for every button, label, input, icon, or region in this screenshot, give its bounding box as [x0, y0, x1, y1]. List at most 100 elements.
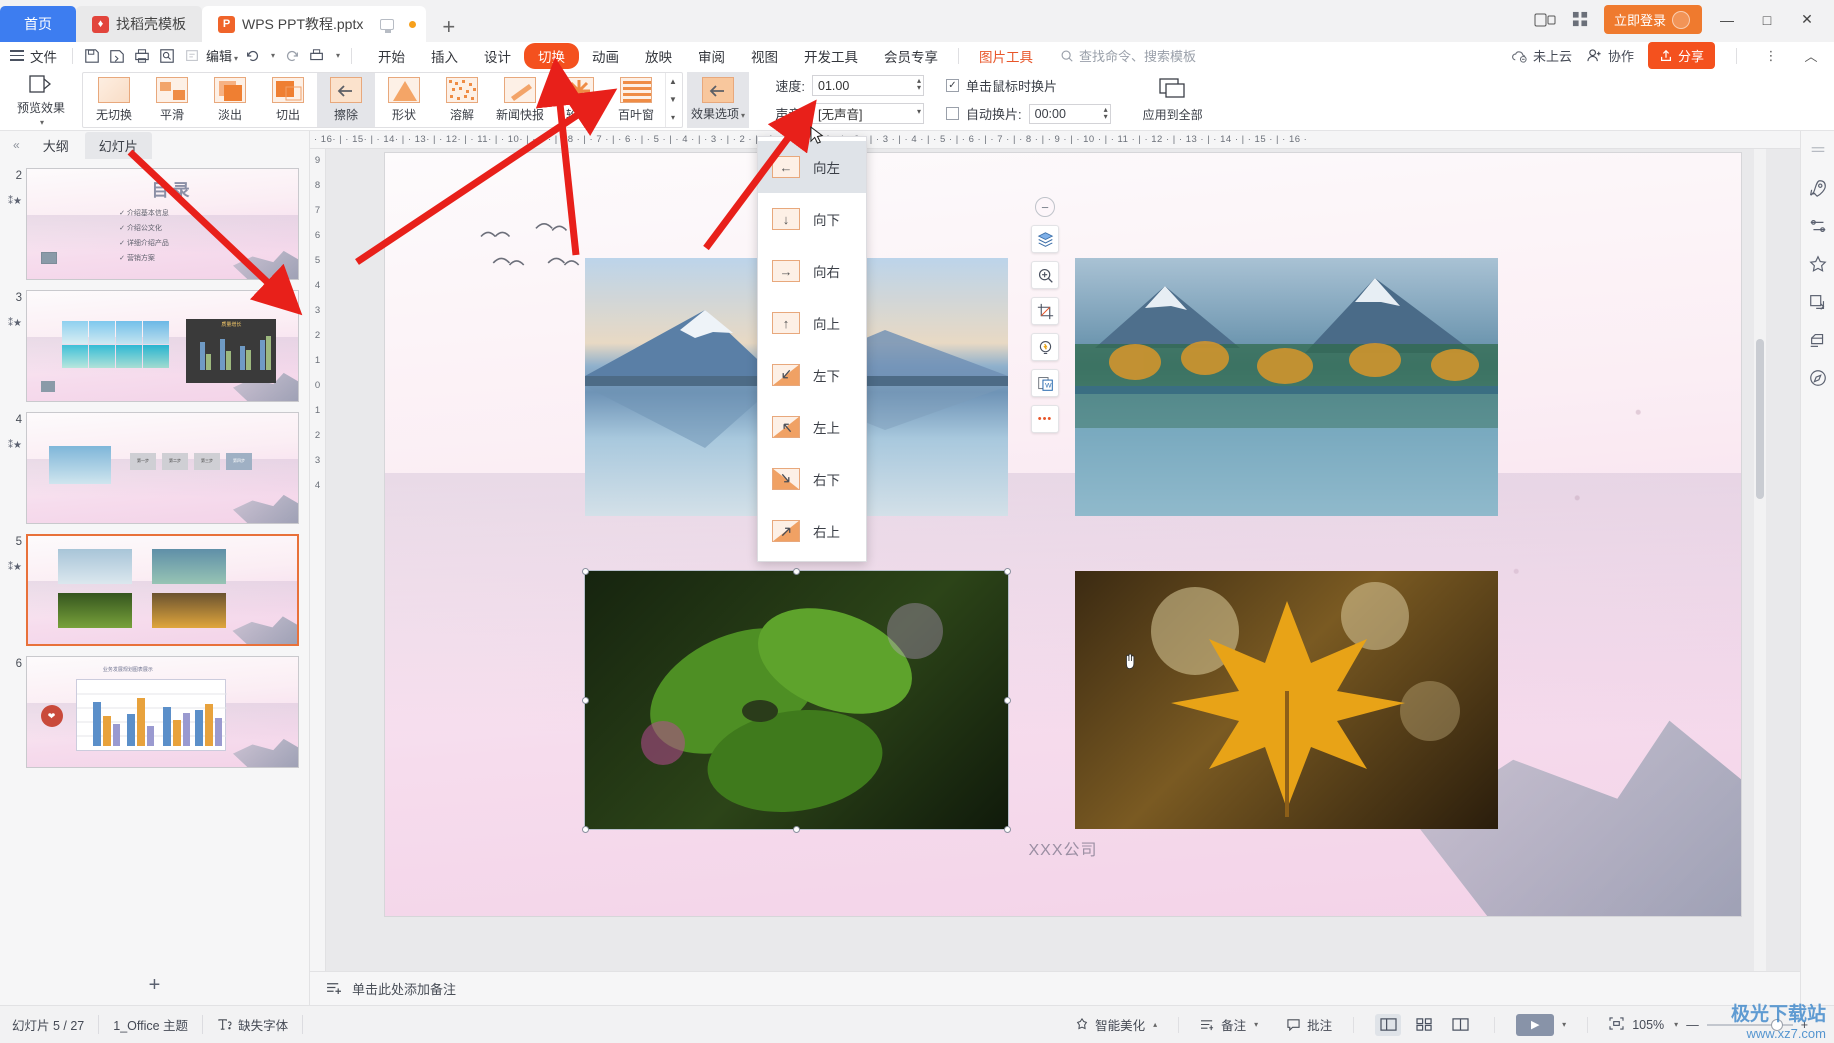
slide-thumbnail[interactable]: 业务发展规划图表展示 ❤: [26, 656, 299, 768]
redo-icon[interactable]: [280, 45, 303, 67]
transition-blinds[interactable]: 百叶窗: [607, 73, 665, 127]
gallery-scroll-up[interactable]: ▲: [666, 73, 680, 90]
menu-item-down-right[interactable]: 右下: [758, 453, 866, 505]
transition-morph[interactable]: 平滑: [143, 73, 201, 127]
tab-view[interactable]: 视图: [738, 43, 791, 69]
transition-star-icon[interactable]: ⁑★: [8, 318, 22, 329]
theme-name[interactable]: 1_Office 主题: [99, 1015, 204, 1034]
slide-list[interactable]: 2 ⁑★ 目录 ✓ 介绍基本信息 ✓ 介绍公文化 ✓ 详细介绍产品 ✓ 营销方案 …: [0, 159, 309, 965]
lightbulb-icon[interactable]: [1031, 333, 1059, 361]
tab-slideshow[interactable]: 放映: [632, 43, 685, 69]
tab-review[interactable]: 审阅: [685, 43, 738, 69]
resize-handle-se[interactable]: [1004, 826, 1011, 833]
cloud-status-button[interactable]: 未上云: [1511, 46, 1572, 65]
export-word-icon[interactable]: W: [1031, 369, 1059, 397]
star-icon[interactable]: [1807, 253, 1829, 275]
tab-picture-tools[interactable]: 图片工具: [966, 43, 1046, 69]
preview-effect-button[interactable]: 预览效果 ▾: [4, 69, 78, 130]
transition-star-icon[interactable]: ⁑★: [8, 440, 22, 451]
sliders-icon[interactable]: [1807, 215, 1829, 237]
image-green-leaves[interactable]: [584, 570, 1009, 830]
new-tab-button[interactable]: +: [426, 16, 471, 42]
rocket-icon[interactable]: [1807, 177, 1829, 199]
image-autumn-forest[interactable]: [1075, 258, 1498, 516]
resize-handle-w[interactable]: [582, 697, 589, 704]
dual-screen-icon[interactable]: [1532, 9, 1558, 31]
click-advance-checkbox[interactable]: ✓ 单击鼠标时换片: [946, 76, 1111, 95]
notes-button[interactable]: 备注 ▾: [1186, 1015, 1272, 1034]
comment-button[interactable]: 批注: [1272, 1015, 1346, 1034]
tab-docer-template[interactable]: ♦ 找稻壳模板: [76, 6, 202, 42]
edit-menu-button[interactable]: 编辑 ▾: [203, 46, 241, 65]
panel-tab-slides[interactable]: 幻灯片: [84, 131, 152, 159]
tab-developer[interactable]: 开发工具: [791, 43, 871, 69]
undo-dropdown-icon[interactable]: ▾: [266, 45, 278, 67]
transition-newsflash[interactable]: 新闻快报: [491, 73, 549, 127]
reading-view-button[interactable]: [1447, 1014, 1473, 1036]
file-menu-button[interactable]: 文件: [6, 46, 65, 66]
vertical-ruler[interactable]: 9 8 7 6 5 4 3 2 1 0 1 2 3 4: [310, 149, 326, 1005]
slide-thumbnail[interactable]: 目录 ✓ 介绍基本信息 ✓ 介绍公文化 ✓ 详细介绍产品 ✓ 营销方案: [26, 168, 299, 280]
transition-none[interactable]: 无切换: [85, 73, 143, 127]
list-item[interactable]: 4 ⁑★ 第一步 第二步 第三步 第四步: [0, 407, 309, 529]
collaborate-button[interactable]: 协作: [1586, 46, 1634, 65]
window-maximize-button[interactable]: □: [1752, 8, 1782, 32]
effect-options-button[interactable]: 效果选项 ▾: [687, 71, 749, 128]
slide-stage[interactable]: XXX公司 − W •••: [326, 149, 1800, 1005]
resize-handle-ne[interactable]: [1004, 568, 1011, 575]
transition-shape[interactable]: 形状: [375, 73, 433, 127]
gallery-expand[interactable]: ▾: [666, 109, 680, 126]
smart-beautify-button[interactable]: 智能美化 ▴: [1075, 1015, 1171, 1034]
transition-wheel[interactable]: 轮辐: [549, 73, 607, 127]
save-as-icon[interactable]: [105, 45, 128, 67]
save-icon[interactable]: [80, 45, 103, 67]
play-dropdown-icon[interactable]: ▾: [1562, 1020, 1566, 1029]
menu-item-right[interactable]: → 向右: [758, 245, 866, 297]
present-monitor-icon[interactable]: [380, 18, 395, 33]
zoom-in-icon[interactable]: [1031, 261, 1059, 289]
effect-options-dropdown[interactable]: ← 向左 ↓ 向下 → 向右 ↑ 向上 左下 左上 右下 右上: [757, 136, 867, 562]
collapse-minus-icon[interactable]: −: [1035, 197, 1055, 217]
speed-input[interactable]: 01.00 ▴ ▾: [812, 75, 924, 96]
transition-wipe[interactable]: 擦除: [317, 72, 375, 127]
list-item[interactable]: 2 ⁑★ 目录 ✓ 介绍基本信息 ✓ 介绍公文化 ✓ 详细介绍产品 ✓ 营销方案: [0, 163, 309, 285]
resize-handle-sw[interactable]: [582, 826, 589, 833]
transition-cut[interactable]: 切出: [259, 73, 317, 127]
search-input[interactable]: 查找命令、搜索模板: [1060, 46, 1196, 65]
sound-select[interactable]: [无声音] ▾: [812, 103, 924, 124]
transition-dissolve[interactable]: 溶解: [433, 73, 491, 127]
horizontal-ruler[interactable]: · 16· | · 15· | · 14· | · 13· | · 12· | …: [310, 131, 1800, 149]
resize-handle-nw[interactable]: [582, 568, 589, 575]
sound-dropdown-icon[interactable]: ▾: [917, 108, 921, 116]
menu-item-up[interactable]: ↑ 向上: [758, 297, 866, 349]
resize-handle-n[interactable]: [793, 568, 800, 575]
vertical-scrollbar[interactable]: [1754, 149, 1766, 1005]
gallery-scroll-down[interactable]: ▼: [666, 91, 680, 108]
speed-stepper[interactable]: ▴ ▾: [917, 77, 921, 92]
slide-thumbnail-current[interactable]: [26, 534, 299, 646]
font-warning[interactable]: 缺失字体: [203, 1015, 304, 1034]
scrollbar-thumb[interactable]: [1756, 339, 1764, 499]
slide-canvas[interactable]: XXX公司 − W •••: [385, 153, 1741, 916]
resize-handle-s[interactable]: [793, 826, 800, 833]
share-button[interactable]: 分享: [1647, 42, 1715, 69]
zoom-out-button[interactable]: —: [1686, 1018, 1699, 1032]
chevron-up-icon[interactable]: ︿: [1798, 45, 1824, 67]
list-item[interactable]: 3 ⁑★ 质量增长: [0, 285, 309, 407]
slide-thumbnail[interactable]: 质量增长: [26, 290, 299, 402]
window-close-button[interactable]: ✕: [1792, 8, 1822, 32]
format-painter-icon[interactable]: [180, 45, 203, 67]
slide-thumbnail[interactable]: 第一步 第二步 第三步 第四步: [26, 412, 299, 524]
list-item[interactable]: 6 业务发展规划图表展示 ❤: [0, 651, 309, 773]
menu-item-up-left[interactable]: 左上: [758, 401, 866, 453]
sorter-view-button[interactable]: [1411, 1014, 1437, 1036]
list-item[interactable]: 5 ⁑★: [0, 529, 309, 651]
normal-view-button[interactable]: [1375, 1013, 1402, 1036]
ribbon-more-icon[interactable]: ⋮: [1758, 45, 1784, 67]
print-preview-icon[interactable]: [155, 45, 178, 67]
compass-icon[interactable]: [1807, 367, 1829, 389]
crop-icon[interactable]: [1031, 297, 1059, 325]
tab-home[interactable]: 首页: [0, 6, 76, 42]
transition-star-icon[interactable]: ⁑★: [8, 196, 22, 207]
panel-grip-icon[interactable]: [1807, 139, 1829, 161]
